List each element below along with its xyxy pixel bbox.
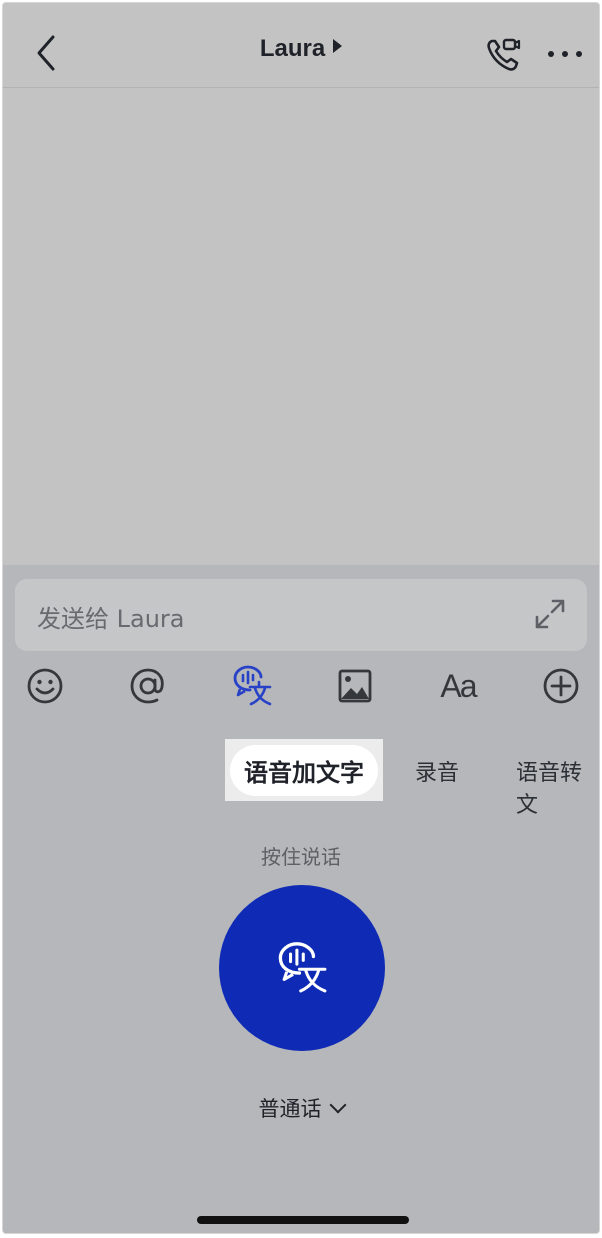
expand-icon[interactable] [533, 597, 567, 631]
chat-header: Laura [3, 3, 599, 88]
tab-voice-to-text[interactable]: 语音转文 [516, 755, 599, 819]
message-input[interactable]: 发送给 Laura [15, 579, 587, 651]
voice-to-text-icon [278, 942, 327, 993]
composer-panel: 发送给 Laura Aa 语音加文字 录音 语音转文 按住说话 普通话 [3, 565, 599, 1233]
tab-voice-with-text[interactable]: 语音加文字 [225, 739, 383, 801]
chat-screen: Laura 发送给 Laura Aa 语音加文字 录音 语音转文 按住说话 普通… [2, 2, 600, 1234]
language-selector[interactable]: 普通话 [3, 1093, 599, 1123]
caret-right-icon [333, 39, 343, 53]
language-label: 普通话 [258, 1097, 322, 1121]
home-indicator [197, 1216, 409, 1224]
message-input-placeholder: 发送给 Laura [37, 605, 185, 633]
hold-to-talk-button[interactable] [219, 885, 385, 1051]
mention-button[interactable] [125, 663, 171, 709]
hold-to-talk-hint: 按住说话 [261, 845, 341, 869]
tab-record[interactable]: 录音 [415, 755, 459, 787]
voice-to-text-button[interactable] [229, 663, 275, 709]
video-call-icon[interactable] [483, 35, 523, 75]
voice-to-text-icon [233, 665, 272, 706]
emoji-button[interactable] [22, 663, 68, 709]
message-area[interactable] [3, 88, 599, 565]
more-icon[interactable] [545, 39, 585, 69]
image-button[interactable] [332, 663, 378, 709]
plus-icon [543, 668, 579, 704]
font-icon: Aa [440, 667, 477, 704]
composer-toolbar: Aa [3, 663, 599, 713]
tab-voice-with-text-label: 语音加文字 [230, 744, 378, 796]
emoji-icon [27, 668, 63, 704]
plus-button[interactable] [538, 663, 584, 709]
chevron-down-icon [329, 1096, 346, 1114]
voice-mode-tabs: 语音加文字 录音 语音转文 [3, 739, 599, 818]
mention-icon [130, 668, 164, 704]
font-button[interactable]: Aa [435, 663, 481, 709]
image-icon [338, 669, 372, 703]
chat-title-text: Laura [259, 35, 326, 62]
